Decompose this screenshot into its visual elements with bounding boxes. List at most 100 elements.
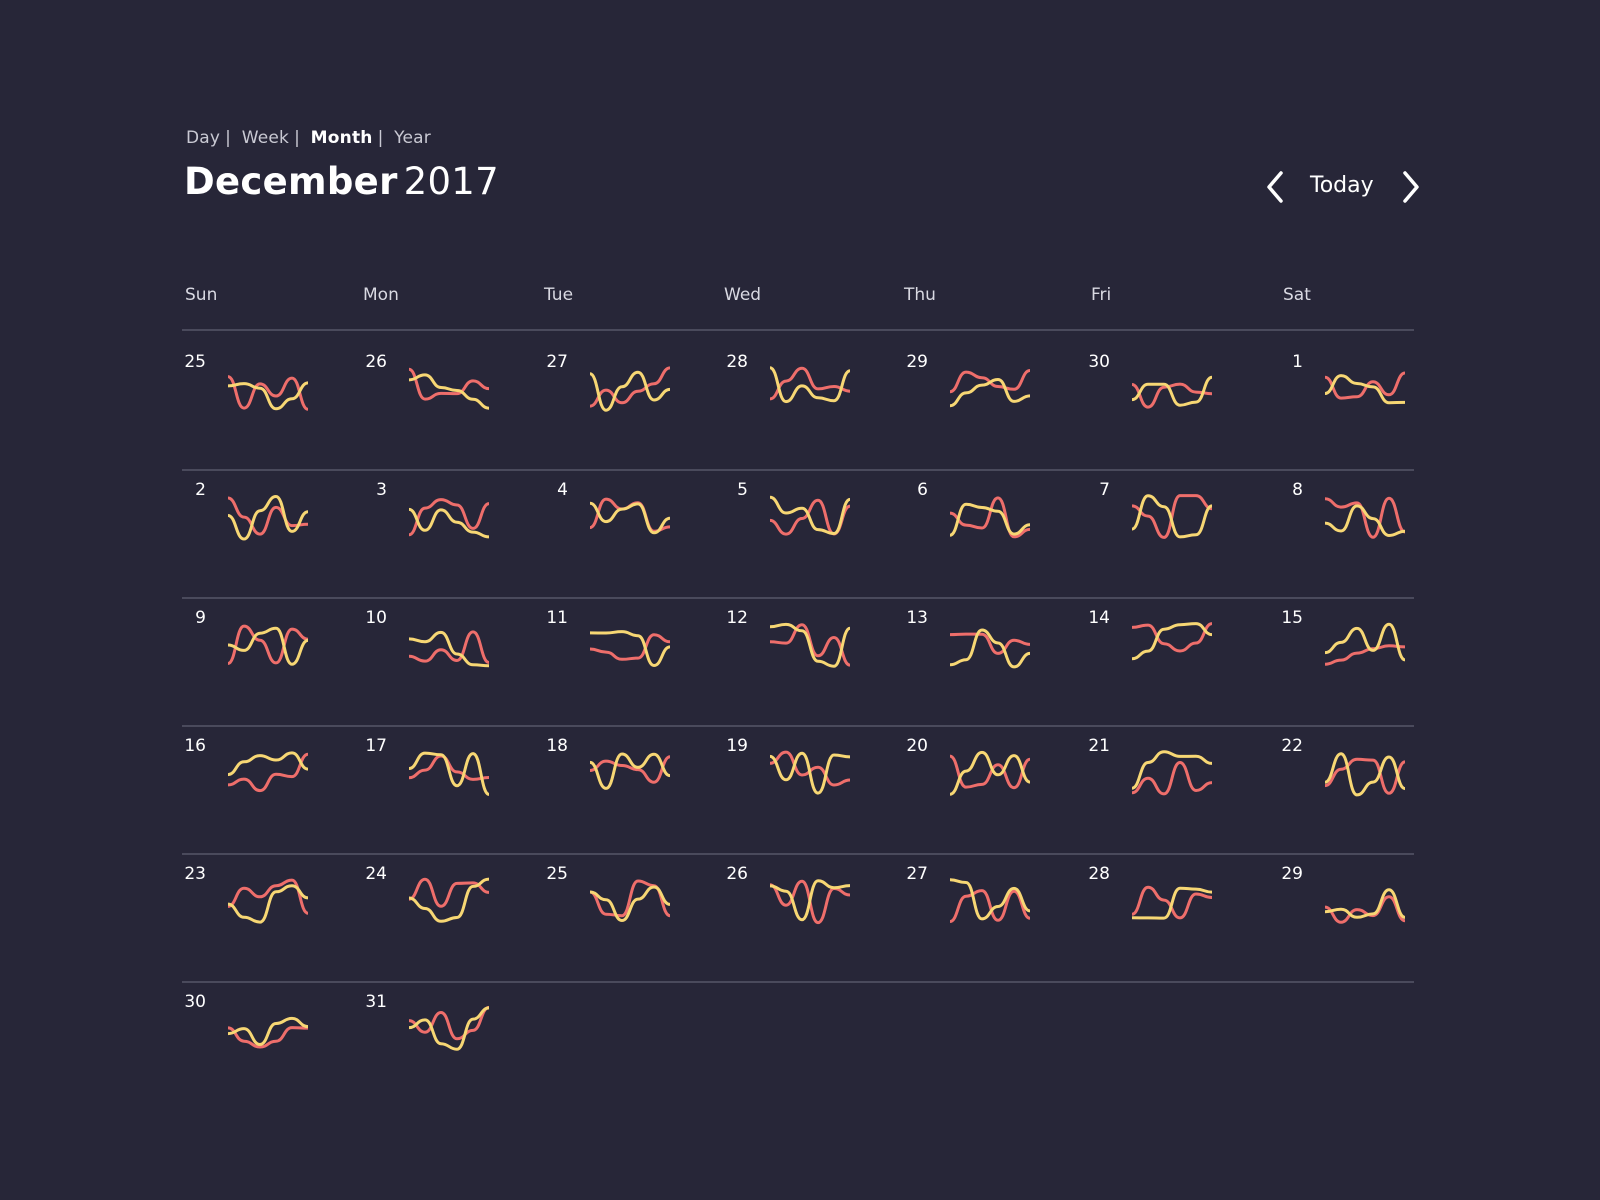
activity-sparkline-icon	[770, 495, 850, 536]
day-cell[interactable]: 20	[904, 730, 1084, 858]
day-cell[interactable]: 27	[544, 346, 724, 474]
sparkline-yellow	[950, 502, 1030, 537]
sparkline-red	[409, 877, 489, 908]
activity-sparkline-icon	[590, 879, 670, 923]
sparkline-yellow	[409, 751, 489, 796]
day-cell[interactable]: 19	[724, 730, 904, 858]
day-cell[interactable]: 11	[544, 602, 724, 730]
sparkline-yellow	[770, 495, 850, 536]
day-number: 30	[1088, 352, 1110, 372]
day-cell[interactable]: 7	[1086, 474, 1266, 602]
day-number: 25	[546, 864, 568, 884]
day-number: 3	[376, 480, 387, 500]
title-year: 2017	[403, 160, 499, 203]
prev-month-button[interactable]	[1264, 170, 1286, 204]
weekday-fri: Fri	[1091, 285, 1112, 305]
day-cell[interactable]: 18	[544, 730, 724, 858]
activity-sparkline-icon	[1132, 494, 1212, 539]
activity-sparkline-icon	[950, 496, 1030, 539]
sparkline-yellow	[770, 622, 850, 668]
day-cell[interactable]: 28	[724, 346, 904, 474]
activity-sparkline-icon	[590, 366, 670, 412]
day-number: 15	[1281, 608, 1303, 628]
activity-sparkline-icon	[770, 879, 850, 925]
separator: |	[294, 128, 301, 148]
weekday-wed: Wed	[724, 285, 762, 305]
day-cell[interactable]: 21	[1086, 730, 1266, 858]
separator: |	[377, 128, 384, 148]
day-number: 11	[546, 608, 568, 628]
day-number: 6	[917, 480, 928, 500]
view-option-week[interactable]: Week	[242, 128, 289, 148]
page-title: December 2017	[184, 160, 499, 203]
activity-sparkline-icon	[409, 751, 489, 796]
day-cell[interactable]: 5	[724, 474, 904, 602]
weekday-sun: Sun	[185, 285, 218, 305]
day-cell[interactable]: 27	[904, 858, 1084, 986]
view-switcher: Day | Week | Month | Year	[186, 128, 431, 148]
next-month-button[interactable]	[1400, 170, 1422, 204]
activity-sparkline-icon	[1325, 371, 1405, 405]
sparkline-red	[409, 367, 489, 401]
day-cell[interactable]: 8	[1279, 474, 1459, 602]
activity-sparkline-icon	[228, 375, 308, 411]
day-cell[interactable]: 31	[363, 986, 543, 1114]
day-cell[interactable]: 9	[182, 602, 362, 730]
activity-sparkline-icon	[1132, 622, 1212, 661]
weekday-tue: Tue	[544, 285, 574, 305]
day-number: 2	[195, 480, 206, 500]
weekday-thu: Thu	[904, 285, 936, 305]
view-option-year[interactable]: Year	[394, 128, 431, 148]
sparkline-red	[409, 1005, 489, 1041]
activity-sparkline-icon	[1325, 752, 1405, 797]
sparkline-yellow	[409, 373, 489, 410]
day-cell[interactable]: 2	[182, 474, 362, 602]
day-number: 23	[184, 864, 206, 884]
view-option-day[interactable]: Day	[186, 128, 220, 148]
day-cell[interactable]: 29	[1279, 858, 1459, 986]
day-cell[interactable]: 6	[904, 474, 1084, 602]
today-button[interactable]: Today	[1310, 173, 1374, 198]
day-cell[interactable]: 12	[724, 602, 904, 730]
day-cell[interactable]: 26	[724, 858, 904, 986]
day-cell[interactable]: 25	[182, 346, 362, 474]
day-number: 29	[906, 352, 928, 372]
day-cell[interactable]: 17	[363, 730, 543, 858]
day-number: 17	[365, 736, 387, 756]
day-number: 29	[1281, 864, 1303, 884]
row-divider	[182, 329, 1414, 331]
day-cell[interactable]: 23	[182, 858, 362, 986]
activity-sparkline-icon	[409, 877, 489, 923]
day-cell[interactable]: 30	[182, 986, 362, 1114]
day-cell[interactable]: 24	[363, 858, 543, 986]
day-cell[interactable]: 15	[1279, 602, 1459, 730]
day-number: 5	[737, 480, 748, 500]
sparkline-yellow	[590, 752, 670, 790]
day-number: 7	[1099, 480, 1110, 500]
sparkline-yellow	[590, 501, 670, 535]
sparkline-yellow	[950, 377, 1030, 408]
activity-sparkline-icon	[1132, 885, 1212, 920]
day-cell[interactable]: 26	[363, 346, 543, 474]
sparkline-red	[1325, 644, 1405, 666]
day-cell[interactable]: 29	[904, 346, 1084, 474]
day-number: 22	[1281, 736, 1303, 756]
weekday-mon: Mon	[363, 285, 399, 305]
day-cell[interactable]: 22	[1279, 730, 1459, 858]
day-number: 10	[365, 608, 387, 628]
day-cell[interactable]: 25	[544, 858, 724, 986]
day-cell[interactable]: 30	[1086, 346, 1266, 474]
day-number: 1	[1292, 352, 1303, 372]
day-cell[interactable]: 13	[904, 602, 1084, 730]
sparkline-red	[590, 497, 670, 533]
view-option-month[interactable]: Month	[311, 128, 373, 148]
day-number: 30	[184, 992, 206, 1012]
day-cell[interactable]: 1	[1279, 346, 1459, 474]
day-number: 28	[1088, 864, 1110, 884]
day-cell[interactable]: 28	[1086, 858, 1266, 986]
day-cell[interactable]: 14	[1086, 602, 1266, 730]
day-cell[interactable]: 10	[363, 602, 543, 730]
day-cell[interactable]: 3	[363, 474, 543, 602]
day-cell[interactable]: 4	[544, 474, 724, 602]
day-cell[interactable]: 16	[182, 730, 362, 858]
